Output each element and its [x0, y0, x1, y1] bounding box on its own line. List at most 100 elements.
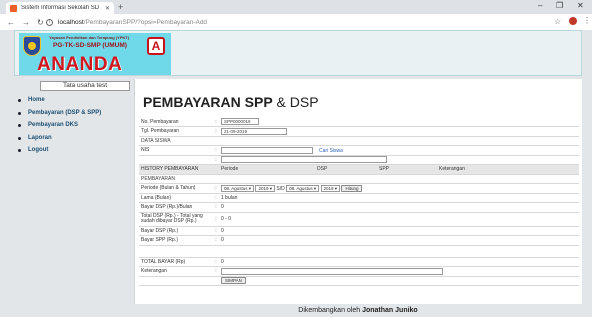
periode-label: Periode (Bulan & Tahun) [139, 183, 213, 194]
total-dsp-label: Total DSP (Rp.) - Total yang sudah dibay… [139, 212, 213, 227]
maximize-icon[interactable]: ❐ [556, 1, 563, 10]
brand-name: ANANDA [37, 54, 123, 75]
total-bayar-label: TOTAL BAYAR (Rp) [139, 257, 213, 267]
bulan-from-select[interactable]: 08. Agustus ▾ [221, 184, 255, 192]
no-pembayaran-field[interactable]: SPP0000019 [221, 118, 259, 125]
reload-icon[interactable]: ↻ [37, 18, 44, 27]
simpan-button[interactable]: SIMPAN [221, 277, 246, 285]
sidebar-menu: Home Pembayaran (DSP & SPP) Pembayaran D… [18, 97, 101, 160]
form-row: Keterangan : [139, 266, 579, 277]
foundation-name: Yayasan Pendidikan dan Terapung (YPKT) [49, 35, 130, 40]
bayar-spp-value: 0 [219, 235, 579, 246]
form-row: Lama (Bulan) : 1 bulan [139, 193, 579, 203]
sidebar: Tata usaha test Home Pembayaran (DSP & S… [14, 79, 134, 317]
tab-title: Sistem Informasi Sekolah SD [21, 5, 100, 11]
address-bar: ← → ↻ i localhost/PembayaranSPP/?opsi=Pe… [0, 14, 592, 30]
payment-form: No. Pembayaran : SPP0000019 Tgl. Pembaya… [139, 117, 579, 286]
main-content: PEMBAYARAN SPP & DSP No. Pembayaran : SP… [134, 79, 582, 304]
sidebar-item-home[interactable]: Home [18, 97, 101, 103]
lama-label: Lama (Bulan) [139, 193, 213, 203]
form-row: Bayar DSP (Rp.)/Bulan : 0 [139, 202, 579, 213]
no-pembayaran-label: No. Pembayaran [139, 117, 213, 127]
form-row: Bayar DSP (Rp.) : 0 [139, 226, 579, 236]
browser-menu-icon[interactable]: ⋮ [583, 16, 591, 25]
form-row: : [139, 155, 579, 165]
bulan-to-select[interactable]: 08. Agustus ▾ [286, 184, 320, 192]
school-emblem-icon [23, 36, 41, 56]
keterangan-input[interactable] [221, 267, 443, 275]
tgl-pembayaran-label: Tgl. Pembayaran [139, 126, 213, 137]
bulan-from-value: 08. Agustus [224, 185, 248, 191]
keterangan-label: Keterangan [139, 266, 213, 277]
form-row: Tgl. Pembayaran : 21-09-2019 [139, 126, 579, 137]
cari-siswa-link[interactable]: Cari Siswa [319, 148, 343, 154]
browser-tab[interactable]: Sistem Informasi Sekolah SD ✕ [6, 2, 114, 14]
footer-prefix: Dikembangkan oleh [298, 307, 363, 314]
tahun-to-value: 2019 [323, 185, 334, 191]
minimize-icon[interactable]: – [538, 1, 542, 10]
section-row: PEMBAYARAN [139, 174, 579, 184]
bayar-dsp-value: 0 [219, 226, 579, 236]
school-logo: Yayasan Pendidikan dan Terapung (YPKT) P… [19, 33, 171, 75]
nis-input[interactable] [221, 146, 313, 154]
tahun-from-select[interactable]: 2019 ▾ [255, 184, 275, 192]
bookmark-star-icon[interactable]: ☆ [554, 17, 561, 26]
form-row: TOTAL BAYAR (Rp) : 0 [139, 257, 579, 267]
history-col-dsp: DSP [317, 166, 328, 173]
url-field[interactable]: i localhost/PembayaranSPP/?opsi=Pembayar… [46, 16, 546, 28]
bulan-to-value: 08. Agustus [289, 185, 313, 191]
sidebar-item-pembayaran-dks[interactable]: Pembayaran DKS [18, 122, 101, 128]
footer-author: Jonathan Juniko [362, 307, 418, 314]
nama-siswa-field[interactable] [221, 156, 387, 164]
url-path: /PembayaranSPP/?opsi=Pembayaran-Add [83, 18, 208, 26]
extension-icon[interactable] [569, 17, 577, 25]
data-siswa-heading: DATA SISWA [139, 136, 579, 146]
hitung-button[interactable]: Hitung [341, 184, 363, 192]
page-title-rest: & DSP [272, 94, 319, 110]
favicon-icon [10, 4, 17, 12]
school-level: PG-TK-SD-SMP (UMUM) [53, 42, 127, 49]
form-row: NIS : Cari Siswa [139, 145, 579, 156]
window-close-icon[interactable]: ✕ [577, 1, 584, 10]
url-host: localhost [58, 18, 84, 26]
history-col-spp: SPP [379, 166, 390, 173]
sd-label: S/D [276, 185, 285, 192]
browser-tabbar: Sistem Informasi Sekolah SD ✕ + – ❐ ✕ [0, 0, 592, 14]
footer: Dikembangkan oleh Jonathan Juniko [134, 307, 582, 314]
total-dsp-value: 0 - 0 [219, 212, 579, 227]
history-header-row: HISTORY PEMBAYARAN Periode DSP SPP Keterang… [139, 164, 579, 175]
site-info-icon[interactable]: i [46, 18, 53, 26]
back-icon[interactable]: ← [7, 18, 15, 27]
bayar-dsp-label: Bayar DSP (Rp.) [139, 226, 213, 236]
sidebar-item-pembayaran-dsp-spp[interactable]: Pembayaran (DSP & SPP) [18, 110, 101, 116]
history-col-keterangan: Keterangan [439, 166, 465, 173]
school-badge: A [147, 37, 165, 55]
new-tab-icon[interactable]: + [118, 2, 123, 12]
lama-value: 1 bulan [219, 193, 579, 203]
pembayaran-heading: PEMBAYARAN [139, 174, 579, 184]
close-tab-icon[interactable]: ✕ [105, 5, 110, 12]
user-box: Tata usaha test [40, 81, 130, 91]
form-row: No. Pembayaran : SPP0000019 [139, 117, 579, 127]
sidebar-item-laporan[interactable]: Laporan [18, 135, 101, 141]
tahun-to-select[interactable]: 2019 ▾ [320, 184, 341, 192]
sidebar-item-logout[interactable]: Logout [18, 147, 101, 153]
bayar-dsp-bulan-label: Bayar DSP (Rp.)/Bulan [139, 202, 213, 213]
web-page: Yayasan Pendidikan dan Terapung (YPKT) P… [0, 30, 592, 317]
section-row: DATA SISWA [139, 136, 579, 146]
form-row: SIMPAN [139, 276, 579, 286]
history-col-periode: Periode [221, 166, 239, 173]
form-row: Periode (Bulan & Tahun) : 08. Agustus ▾ … [139, 183, 579, 194]
forward-icon[interactable]: → [22, 18, 30, 27]
page-title-bold: PEMBAYARAN SPP [143, 94, 273, 110]
tahun-from-value: 2019 [258, 185, 269, 191]
total-bayar-value: 0 [219, 257, 579, 267]
page-title: PEMBAYARAN SPP & DSP [143, 94, 319, 110]
history-label: HISTORY PEMBAYARAN [139, 164, 213, 175]
bayar-dsp-bulan-value: 0 [219, 202, 579, 213]
site-header: Yayasan Pendidikan dan Terapung (YPKT) P… [14, 30, 582, 76]
bayar-spp-label: Bayar SPP (Rp.) [139, 235, 213, 246]
form-row: Total DSP (Rp.) - Total yang sudah dibay… [139, 212, 579, 227]
tgl-pembayaran-field[interactable]: 21-09-2019 [221, 127, 287, 135]
form-row [139, 245, 579, 258]
